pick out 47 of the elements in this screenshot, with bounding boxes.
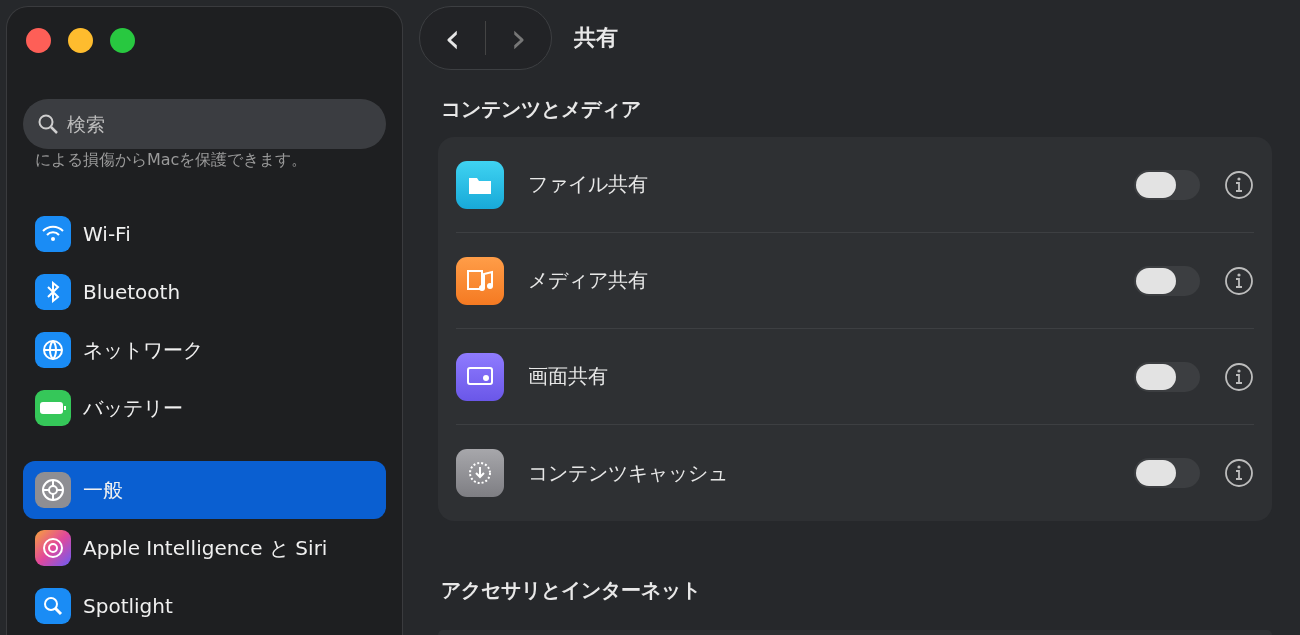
battery-icon	[35, 390, 71, 426]
sidebar-item[interactable]: ネットワーク	[23, 321, 386, 379]
forward-button[interactable]: ›	[486, 18, 551, 58]
sidebar-item-label: ネットワーク	[83, 336, 203, 364]
toggle-switch[interactable]	[1134, 169, 1200, 200]
description-text: による損傷からMacを保護できます。	[34, 150, 309, 171]
sidebar-item-label: Wi-Fi	[83, 222, 131, 246]
sidebar-item-label: Apple Intelligence と Siri	[83, 534, 328, 562]
screen-icon	[456, 352, 504, 401]
sidebar-item[interactable]: Bluetooth	[23, 263, 386, 321]
sidebar-item-label: 一般	[83, 476, 123, 504]
search-icon	[35, 588, 71, 624]
gear-icon	[35, 472, 71, 508]
minimize-button[interactable]	[68, 28, 93, 53]
setting-label: メディア共有	[528, 267, 649, 294]
sidebar-item-label: Spotlight	[83, 594, 173, 618]
folder-icon	[456, 160, 504, 209]
search-field[interactable]: 検索	[23, 99, 386, 149]
section-heading: コンテンツとメディア	[440, 96, 642, 123]
close-button[interactable]	[26, 28, 51, 53]
setting-label: 画面共有	[528, 363, 609, 390]
section-heading: アクセサリとインターネット	[440, 577, 702, 604]
window-title: 共有	[574, 24, 618, 52]
info-icon[interactable]	[1224, 169, 1254, 200]
sidebar-item[interactable]: Spotlight	[23, 577, 386, 635]
toggle-switch[interactable]	[1134, 361, 1200, 392]
setting-label: ファイル共有	[528, 171, 649, 198]
sidebar-item[interactable]: Wi-Fi	[23, 205, 386, 263]
back-button[interactable]: ‹	[420, 18, 485, 58]
sidebar-item[interactable]: バッテリー	[23, 379, 386, 437]
bluetooth-icon	[35, 274, 71, 310]
toggle-switch[interactable]	[1134, 265, 1200, 296]
toggle-switch[interactable]	[1134, 458, 1200, 488]
download-icon	[456, 449, 504, 497]
sidebar-item-label: バッテリー	[83, 394, 183, 422]
zoom-button[interactable]	[110, 28, 135, 53]
search-icon	[37, 113, 59, 135]
info-icon[interactable]	[1224, 361, 1254, 392]
wifi-icon	[35, 216, 71, 252]
music-note-icon	[456, 256, 504, 305]
sidebar-item[interactable]: Apple Intelligence と Siri	[23, 519, 386, 577]
setting-label: コンテンツキャッシュ	[528, 459, 729, 487]
sidebar-item-label: Bluetooth	[83, 280, 181, 304]
info-icon[interactable]	[1224, 265, 1254, 296]
sidebar-item[interactable]: 一般	[23, 461, 386, 519]
globe-icon	[35, 332, 71, 368]
info-icon[interactable]	[1224, 458, 1254, 488]
